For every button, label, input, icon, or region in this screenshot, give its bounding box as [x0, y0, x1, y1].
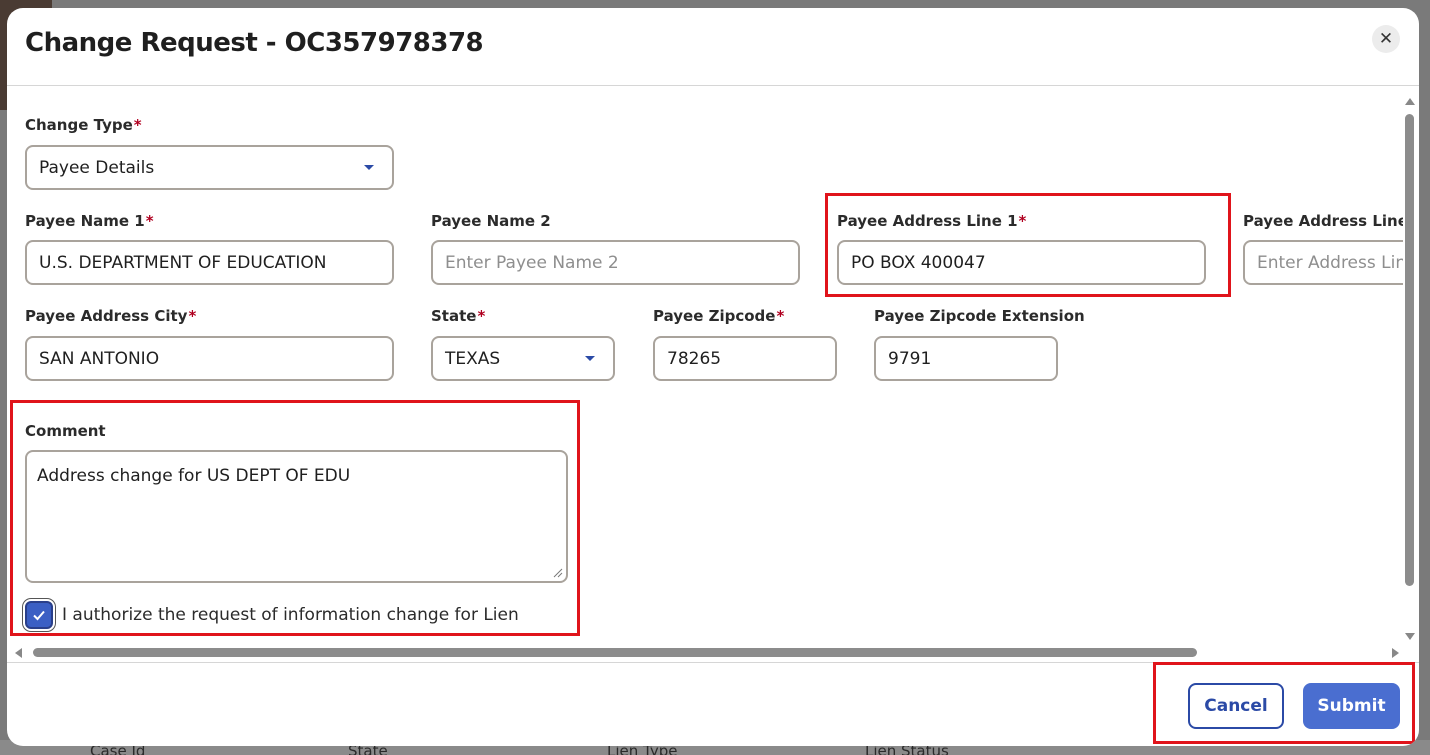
- modal-header: Change Request - OC357978378 ✕: [7, 8, 1419, 86]
- chevron-down-icon: [585, 356, 595, 361]
- scroll-up-icon[interactable]: [1405, 98, 1415, 105]
- horizontal-scrollbar[interactable]: [7, 644, 1401, 662]
- payee-name-2-label: Payee Name 2: [431, 212, 551, 230]
- state-select[interactable]: TEXAS: [431, 336, 615, 381]
- chevron-down-icon: [364, 165, 374, 170]
- payee-address-line-1-input[interactable]: PO BOX 400047: [837, 240, 1206, 285]
- comment-textarea[interactable]: Address change for US DEPT OF EDU: [25, 450, 568, 583]
- vertical-scroll-thumb[interactable]: [1405, 114, 1414, 586]
- payee-name-1-label: Payee Name 1*: [25, 212, 154, 230]
- resize-grip-icon[interactable]: [553, 568, 563, 578]
- scroll-right-icon[interactable]: [1392, 648, 1399, 658]
- payee-address-line-2-label: Payee Address Line 2: [1243, 212, 1403, 230]
- submit-button[interactable]: Submit: [1303, 683, 1400, 729]
- payee-zipcode-input[interactable]: 78265: [653, 336, 837, 381]
- modal-footer: Cancel Submit: [7, 662, 1419, 746]
- payee-address-city-label: Payee Address City*: [25, 307, 197, 325]
- payee-name-1-input[interactable]: U.S. DEPARTMENT OF EDUCATION: [25, 240, 394, 285]
- comment-text: Address change for US DEPT OF EDU: [37, 466, 351, 486]
- modal-title: Change Request - OC357978378: [25, 28, 484, 58]
- close-icon[interactable]: ✕: [1372, 25, 1400, 53]
- payee-zipcode-label: Payee Zipcode*: [653, 307, 785, 325]
- vertical-scrollbar[interactable]: [1401, 94, 1419, 642]
- payee-name-2-input[interactable]: Enter Payee Name 2: [431, 240, 800, 285]
- authorize-label: I authorize the request of information c…: [62, 605, 519, 625]
- horizontal-scroll-thumb[interactable]: [33, 648, 1197, 657]
- comment-label: Comment: [25, 422, 106, 440]
- state-label: State*: [431, 307, 486, 325]
- cancel-button[interactable]: Cancel: [1188, 683, 1284, 729]
- scroll-down-icon[interactable]: [1405, 633, 1415, 640]
- state-value: TEXAS: [445, 348, 501, 369]
- change-request-modal: Change Request - OC357978378 ✕ Change Ty…: [7, 8, 1419, 746]
- checkmark-icon: [33, 610, 45, 621]
- change-type-label: Change Type*: [25, 116, 142, 134]
- scroll-left-icon[interactable]: [15, 648, 22, 658]
- payee-zipcode-extension-label: Payee Zipcode Extension: [874, 307, 1085, 325]
- modal-body: Change Type* Payee Details Payee Name 1*…: [7, 88, 1403, 646]
- change-type-value: Payee Details: [39, 157, 155, 178]
- change-type-select[interactable]: Payee Details: [25, 145, 394, 190]
- payee-address-city-input[interactable]: SAN ANTONIO: [25, 336, 394, 381]
- authorize-checkbox[interactable]: [25, 601, 53, 629]
- payee-zipcode-extension-input[interactable]: 9791: [874, 336, 1058, 381]
- payee-address-line-2-input[interactable]: Enter Address Lin: [1243, 240, 1403, 285]
- payee-address-line-1-label: Payee Address Line 1*: [837, 212, 1027, 230]
